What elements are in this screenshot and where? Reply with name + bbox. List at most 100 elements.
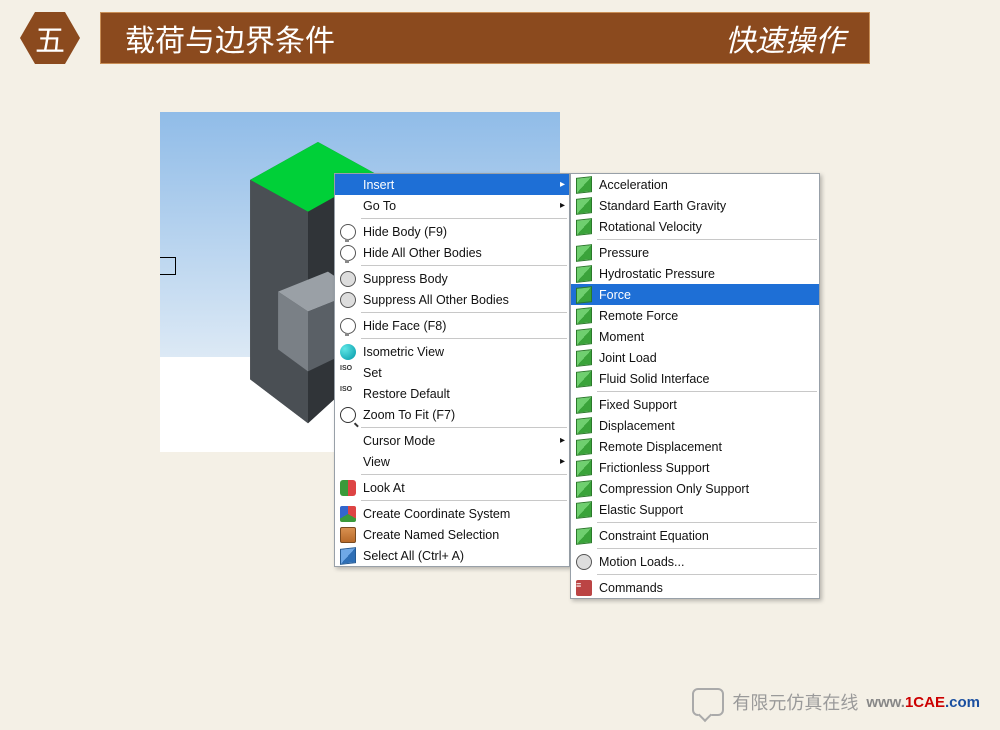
cube-blue-icon (340, 547, 356, 565)
context-menu: InsertGo To Hide Body (F9) Hide All Other … (334, 173, 570, 567)
bulb-icon (340, 245, 356, 261)
menu-item-label: Suppress All Other Bodies (361, 293, 555, 307)
menu-item-suppress-others[interactable]: Suppress All Other Bodies (335, 289, 569, 310)
menu-item-pressure[interactable]: Pressure (571, 242, 819, 263)
menu-item-acceleration[interactable]: Acceleration (571, 174, 819, 195)
sphere-icon (340, 344, 356, 360)
iso-icon: ISO (340, 386, 356, 402)
menu-item-label: Set (361, 366, 555, 380)
separator (597, 391, 817, 392)
menu-item-look-at[interactable]: Look At (335, 477, 569, 498)
cube-ico-icon (576, 197, 592, 215)
menu-item-label: Remote Force (597, 309, 805, 323)
selection-marquee (160, 257, 176, 275)
menu-item-label: Force (597, 288, 805, 302)
menu-item-label: Cursor Mode (361, 434, 555, 448)
cube-ico-icon (576, 438, 592, 456)
menu-item-hydrostatic-pressure[interactable]: Hydrostatic Pressure (571, 263, 819, 284)
separator (361, 312, 567, 313)
menu-item-label: Pressure (597, 246, 805, 260)
menu-item-force[interactable]: Force (571, 284, 819, 305)
menu-item-zoom-fit[interactable]: Zoom To Fit (F7) (335, 404, 569, 425)
menu-item-label: Select All (Ctrl+ A) (361, 549, 555, 563)
menu-item-hide-face[interactable]: Hide Face (F8) (335, 315, 569, 336)
menu-item-remote-displacement[interactable]: Remote Displacement (571, 436, 819, 457)
menu-item-goto[interactable]: Go To (335, 195, 569, 216)
menu-item-joint-load[interactable]: Joint Load (571, 347, 819, 368)
gear-icon (576, 554, 592, 570)
menu-item-motion-loads[interactable]: Motion Loads... (571, 551, 819, 572)
menu-item-create-cs[interactable]: Create Coordinate System (335, 503, 569, 524)
menu-item-moment[interactable]: Moment (571, 326, 819, 347)
mag-icon (340, 407, 356, 423)
cube-ico-icon (576, 349, 592, 367)
book-icon (340, 527, 356, 543)
menu-item-remote-force[interactable]: Remote Force (571, 305, 819, 326)
menu-item-fluid-solid-interface[interactable]: Fluid Solid Interface (571, 368, 819, 389)
menu-item-insert[interactable]: Insert (335, 174, 569, 195)
menu-item-label: Frictionless Support (597, 461, 805, 475)
menu-item-label: Create Named Selection (361, 528, 555, 542)
bulb-icon (340, 318, 356, 334)
menu-item-commands[interactable]: ≡Commands (571, 577, 819, 598)
menu-item-cursor-mode[interactable]: Cursor Mode (335, 430, 569, 451)
menu-item-label: Joint Load (597, 351, 805, 365)
menu-item-label: Look At (361, 481, 555, 495)
cube-ico-icon (576, 244, 592, 262)
chapter-subtitle: 快速操作 (725, 16, 845, 60)
menu-item-label: Fixed Support (597, 398, 805, 412)
separator (361, 474, 567, 475)
menu-item-select-all[interactable]: Select All (Ctrl+ A) (335, 545, 569, 566)
menu-item-label: Acceleration (597, 178, 805, 192)
menu-item-rotational-velocity[interactable]: Rotational Velocity (571, 216, 819, 237)
cube-ico-icon (576, 396, 592, 414)
menu-item-label: Hide Body (F9) (361, 225, 555, 239)
menu-item-frictionless-support[interactable]: Frictionless Support (571, 457, 819, 478)
menu-item-suppress-body[interactable]: Suppress Body (335, 268, 569, 289)
menu-item-label: Moment (597, 330, 805, 344)
cube-ico-icon (576, 417, 592, 435)
menu-item-label: Elastic Support (597, 503, 805, 517)
menu-item-elastic-support[interactable]: Elastic Support (571, 499, 819, 520)
menu-item-label: Restore Default (361, 387, 555, 401)
separator (361, 338, 567, 339)
cube-ico-icon (576, 176, 592, 194)
chapter-badge: 五 (20, 12, 80, 64)
brand-url: www.1CAE.com (866, 694, 980, 711)
cube-ico-icon (576, 218, 592, 236)
menu-item-view[interactable]: View (335, 451, 569, 472)
leaf-icon (340, 480, 356, 496)
menu-item-std-gravity[interactable]: Standard Earth Gravity (571, 195, 819, 216)
triad-icon (340, 506, 356, 522)
chapter-title: 载荷与边界条件 (125, 16, 335, 60)
menu-item-label: Commands (597, 581, 805, 595)
menu-item-constraint-equation[interactable]: Constraint Equation (571, 525, 819, 546)
cube-ico-icon (576, 527, 592, 545)
wechat-icon (692, 688, 724, 716)
menu-item-create-ns[interactable]: Create Named Selection (335, 524, 569, 545)
menu-item-hide-others[interactable]: Hide All Other Bodies (335, 242, 569, 263)
cube-ico-icon (576, 480, 592, 498)
iso-icon: ISO (340, 365, 356, 381)
menu-item-isometric[interactable]: Isometric View (335, 341, 569, 362)
separator (597, 548, 817, 549)
brand-cn: 有限元仿真在线 (732, 689, 858, 715)
separator (361, 500, 567, 501)
gear-icon (340, 271, 356, 287)
menu-item-fixed-support[interactable]: Fixed Support (571, 394, 819, 415)
menu-item-restore-default[interactable]: ISO Restore Default (335, 383, 569, 404)
cube-ico-icon (576, 286, 592, 304)
menu-item-label: Hydrostatic Pressure (597, 267, 805, 281)
menu-item-label: Hide Face (F8) (361, 319, 555, 333)
menu-item-label: Hide All Other Bodies (361, 246, 555, 260)
menu-item-compression-only-support[interactable]: Compression Only Support (571, 478, 819, 499)
menu-item-hide-body[interactable]: Hide Body (F9) (335, 221, 569, 242)
menu-item-iso-set[interactable]: ISO Set (335, 362, 569, 383)
menu-item-label: View (361, 455, 555, 469)
cube-ico-icon (576, 328, 592, 346)
cube-ico-icon (576, 370, 592, 388)
separator (597, 522, 817, 523)
separator (361, 265, 567, 266)
menu-item-displacement[interactable]: Displacement (571, 415, 819, 436)
separator (361, 427, 567, 428)
